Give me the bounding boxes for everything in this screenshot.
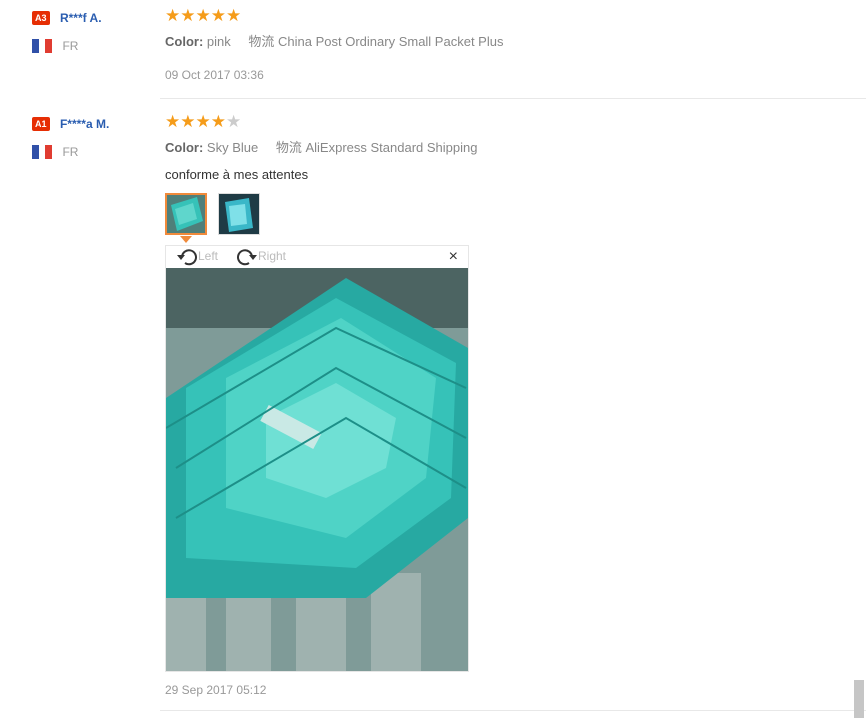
active-thumbnail-pointer [180, 236, 192, 243]
rotate-left-label: Left [198, 249, 219, 264]
star-icon: ★ [226, 6, 242, 25]
star-icon: ★ [180, 112, 196, 131]
review-photo-thumbnail[interactable] [165, 193, 207, 235]
star-icon: ★ [165, 112, 181, 131]
review-content: ★★★★★ Color: pink 物流 China Post Ordinary… [165, 7, 503, 83]
star-rating: ★★★★★ [165, 7, 503, 25]
shipping-method: China Post Ordinary Small Packet Plus [278, 34, 504, 49]
star-rating: ★★★★★ [165, 113, 477, 131]
reviewer-info: A3 R***f A. FR [32, 9, 102, 55]
review-comment: conforme à mes attentes [165, 167, 309, 182]
review-divider [160, 710, 866, 711]
france-flag-icon [32, 38, 52, 53]
reviewer-country: FR [62, 38, 79, 53]
shipping-method: AliExpress Standard Shipping [305, 140, 478, 155]
photo-thumbnail-image [219, 194, 259, 234]
color-label: Color: [165, 140, 204, 155]
color-value: Sky Blue [206, 140, 259, 155]
shipping-prefix: 物流 [275, 140, 302, 155]
photo-viewer: Left Right × [165, 245, 469, 672]
star-icon: ★ [165, 6, 181, 25]
level-badge: A3 [32, 10, 50, 25]
rotate-left-button[interactable]: Left [176, 248, 218, 266]
close-icon[interactable]: × [449, 249, 458, 265]
order-info: Color: Sky Blue 物流 AliExpress Standard S… [165, 137, 477, 156]
reviewer-country: FR [62, 144, 79, 159]
star-icon: ★ [195, 112, 211, 131]
review-photo-large [166, 268, 468, 671]
shipping-prefix: 物流 [248, 34, 275, 49]
rotate-right-button[interactable]: Right [236, 248, 286, 266]
review-content: ★★★★★ Color: Sky Blue 物流 AliExpress Stan… [165, 113, 477, 183]
reviewer-name[interactable]: F****a M. [60, 117, 109, 131]
rotate-right-label: Right [258, 249, 287, 264]
level-badge: A1 [32, 116, 50, 131]
color-label: Color: [165, 34, 204, 49]
france-flag-icon [32, 144, 52, 159]
photo-thumbnail-image [167, 195, 205, 233]
star-icon: ★ [195, 6, 211, 25]
page-scrollbar[interactable] [854, 680, 864, 718]
review-date: 29 Sep 2017 05:12 [165, 683, 267, 697]
review-photo-thumbnail[interactable] [218, 193, 260, 235]
star-icon: ★ [210, 6, 226, 25]
star-icon: ★ [180, 6, 196, 25]
review-divider [160, 98, 866, 99]
reviewer-info: A1 F****a M. FR [32, 115, 109, 161]
photo-viewer-toolbar: Left Right × [166, 246, 468, 268]
rotate-left-icon [177, 249, 197, 266]
review-date: 09 Oct 2017 03:36 [165, 68, 264, 82]
color-value: pink [206, 34, 231, 49]
star-icon: ★ [210, 112, 226, 131]
order-info: Color: pink 物流 China Post Ordinary Small… [165, 31, 503, 50]
reviewer-name[interactable]: R***f A. [60, 11, 102, 25]
rotate-right-icon [237, 249, 257, 266]
star-empty-icon: ★ [226, 112, 242, 131]
